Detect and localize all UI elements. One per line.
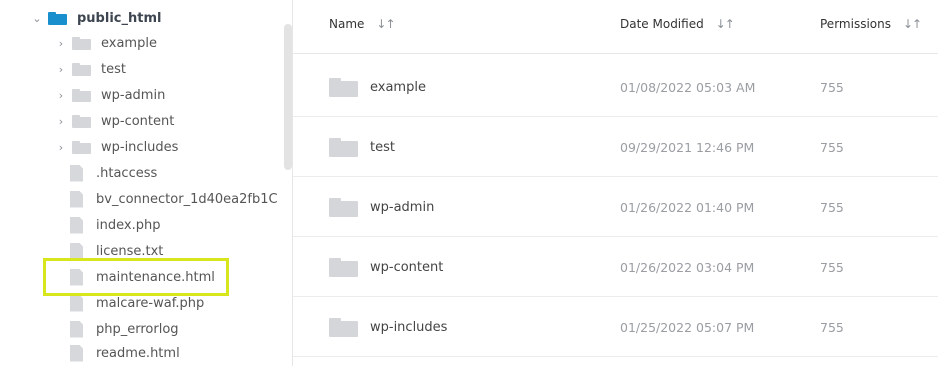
tree-item-label: example [101, 35, 157, 51]
folder-icon [329, 77, 358, 97]
file-name[interactable]: wp-content [370, 260, 443, 275]
file-icon [70, 243, 83, 260]
tree-item-label: public_html [77, 10, 162, 26]
chevron-right-icon[interactable]: › [54, 89, 68, 102]
sort-arrows-icon[interactable]: ↓↑ [903, 17, 922, 31]
name-cell: wp-includes [329, 297, 447, 357]
table-row[interactable]: wp-content 01/26/2022 03:04 PM 755 [293, 237, 938, 297]
file-icon [70, 217, 83, 234]
permissions-cell: 755 [820, 199, 844, 215]
folder-icon [329, 197, 358, 217]
tree-file-htaccess[interactable]: .htaccess [70, 162, 157, 184]
tree-item-wp-admin[interactable]: › wp-admin [54, 84, 166, 106]
tree-item-example[interactable]: › example [54, 32, 157, 54]
tree-file-php-errorlog[interactable]: php_errorlog [70, 318, 179, 340]
date-modified-cell: 01/08/2022 05:03 AM [620, 79, 756, 95]
tree-item-label: readme.html [96, 345, 180, 361]
tree-item-public-html[interactable]: ⌄ public_html [30, 7, 161, 29]
column-header-name[interactable]: Name ↓↑ [329, 17, 396, 31]
permissions-cell: 755 [820, 319, 844, 335]
file-icon [70, 295, 83, 312]
chevron-right-icon[interactable]: › [54, 63, 68, 76]
name-cell: wp-admin [329, 177, 434, 237]
tree-scrollbar[interactable] [284, 24, 292, 170]
date-modified-cell: 01/25/2022 05:07 PM [620, 319, 755, 335]
tree-item-wp-includes[interactable]: › wp-includes [54, 136, 179, 158]
folder-icon [72, 62, 91, 76]
file-name[interactable]: example [370, 80, 426, 95]
column-header-permissions[interactable]: Permissions ↓↑ [820, 17, 922, 31]
table-row[interactable]: test 09/29/2021 12:46 PM 755 [293, 117, 938, 177]
folder-icon [72, 114, 91, 128]
chevron-right-icon[interactable]: › [54, 141, 68, 154]
tree-item-wp-content[interactable]: › wp-content [54, 110, 175, 132]
file-name[interactable]: wp-includes [370, 320, 447, 335]
table-row[interactable]: example 01/08/2022 05:03 AM 755 [293, 57, 938, 117]
file-icon [70, 345, 83, 362]
tree-file-bv-connector[interactable]: bv_connector_1d40ea2fb1C [70, 188, 278, 210]
sort-arrows-icon[interactable]: ↓↑ [716, 17, 735, 31]
tree-file-index-php[interactable]: index.php [70, 214, 160, 236]
tree-item-label: wp-includes [101, 139, 179, 155]
folder-icon [72, 140, 91, 154]
chevron-right-icon[interactable]: › [54, 115, 68, 128]
table-row[interactable]: wp-admin 01/26/2022 01:40 PM 755 [293, 177, 938, 237]
tree-item-label: php_errorlog [96, 321, 179, 337]
date-modified-cell: 09/29/2021 12:46 PM [620, 139, 755, 155]
folder-icon [48, 11, 67, 25]
column-header-label: Date Modified [620, 17, 704, 31]
name-cell: test [329, 117, 395, 177]
file-name[interactable]: wp-admin [370, 200, 434, 215]
folder-icon [72, 36, 91, 50]
column-header-label: Permissions [820, 17, 891, 31]
highlight-box [43, 258, 229, 296]
tree-item-label: wp-content [101, 113, 175, 129]
tree-item-label: license.txt [96, 243, 164, 259]
folder-icon [329, 317, 358, 337]
tree-file-readme-html[interactable]: readme.html [70, 342, 180, 364]
column-header-date-modified[interactable]: Date Modified ↓↑ [620, 17, 735, 31]
file-icon [70, 321, 83, 338]
permissions-cell: 755 [820, 259, 844, 275]
table-row[interactable]: wp-includes 01/25/2022 05:07 PM 755 [293, 297, 938, 357]
directory-tree: ⌄ public_html › example › test › wp-admi… [0, 0, 292, 366]
tree-item-test[interactable]: › test [54, 58, 126, 80]
sort-arrows-icon[interactable]: ↓↑ [376, 17, 395, 31]
folder-icon [329, 257, 358, 277]
file-table: Name ↓↑ Date Modified ↓↑ Permissions ↓↑ … [293, 0, 938, 366]
tree-item-label: index.php [96, 217, 161, 233]
folder-icon [72, 88, 91, 102]
name-cell: wp-content [329, 237, 443, 297]
permissions-cell: 755 [820, 139, 844, 155]
file-name[interactable]: test [370, 140, 395, 155]
permissions-cell: 755 [820, 79, 844, 95]
tree-item-label: bv_connector_1d40ea2fb1C [96, 191, 278, 207]
date-modified-cell: 01/26/2022 01:40 PM [620, 199, 755, 215]
date-modified-cell: 01/26/2022 03:04 PM [620, 259, 755, 275]
column-header-label: Name [329, 17, 365, 31]
table-header: Name ↓↑ Date Modified ↓↑ Permissions ↓↑ [293, 0, 938, 54]
tree-item-label: .htaccess [96, 165, 158, 181]
tree-item-label: test [101, 61, 126, 77]
file-icon [70, 165, 83, 182]
tree-item-label: wp-admin [101, 87, 166, 103]
tree-item-label: malcare-waf.php [96, 295, 205, 311]
file-icon [70, 191, 83, 208]
chevron-right-icon[interactable]: › [54, 37, 68, 50]
chevron-down-icon[interactable]: ⌄ [30, 12, 44, 25]
folder-icon [329, 137, 358, 157]
name-cell: example [329, 57, 426, 117]
